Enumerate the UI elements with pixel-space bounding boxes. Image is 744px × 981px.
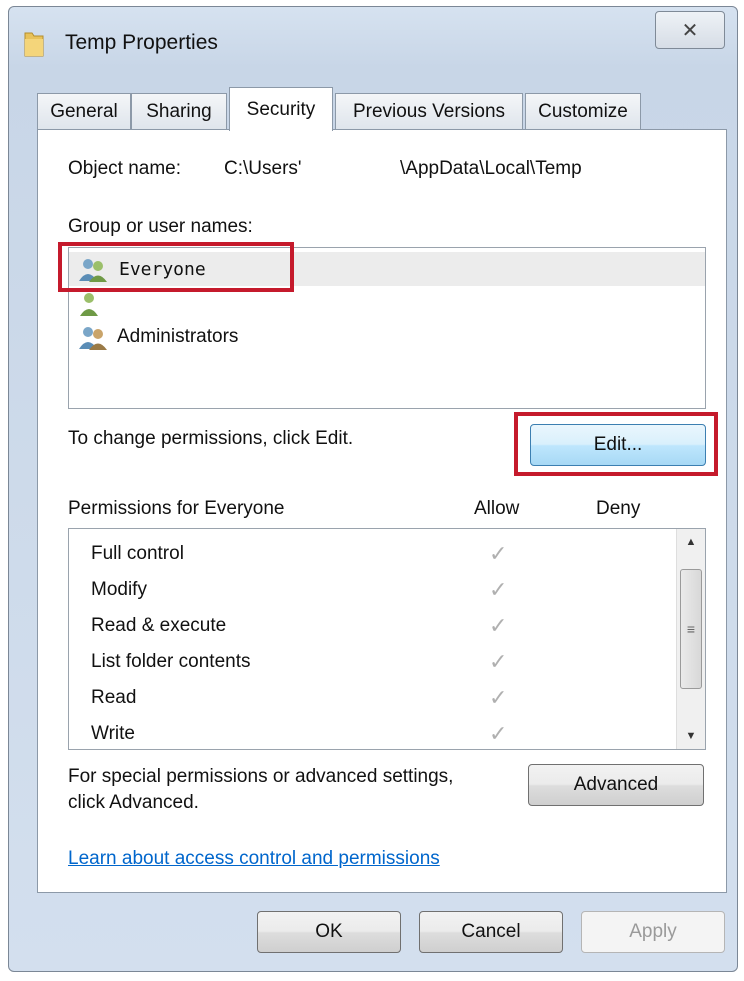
- list-item-administrators[interactable]: Administrators: [69, 320, 705, 354]
- advanced-button[interactable]: Advanced: [528, 764, 704, 806]
- ok-button[interactable]: OK: [257, 911, 401, 953]
- grip-icon: ≡: [686, 621, 696, 637]
- object-path-start: C:\Users': [224, 158, 302, 179]
- everyone-highlight: [58, 242, 294, 292]
- permission-row-full-control: Full control ✓: [69, 537, 675, 573]
- permission-row-modify: Modify ✓: [69, 573, 675, 609]
- title-bar[interactable]: Temp Properties ✕: [9, 7, 737, 73]
- tab-sharing[interactable]: Sharing: [131, 93, 227, 129]
- properties-dialog: Temp Properties ✕ General Sharing Securi…: [8, 6, 738, 972]
- permission-row-read: Read ✓: [69, 681, 675, 717]
- change-permissions-text: To change permissions, click Edit.: [68, 428, 354, 449]
- tab-previous-versions[interactable]: Previous Versions: [335, 93, 523, 129]
- allow-check-icon: ✓: [489, 577, 508, 602]
- object-path-end: \AppData\Local\Temp: [400, 158, 582, 179]
- group-label: Group or user names:: [68, 216, 253, 237]
- tab-general[interactable]: General: [37, 93, 131, 129]
- user-icon: [80, 293, 98, 316]
- scroll-thumb[interactable]: ≡: [680, 569, 702, 689]
- permission-row-read-execute: Read & execute ✓: [69, 609, 675, 645]
- permission-name: Full control: [91, 543, 184, 564]
- close-button[interactable]: ✕: [655, 11, 725, 49]
- scroll-up-arrow-icon[interactable]: ▲: [677, 529, 705, 555]
- object-name-label: Object name:: [68, 158, 181, 179]
- advanced-text-line1: For special permissions or advanced sett…: [68, 766, 454, 787]
- tab-customize[interactable]: Customize: [525, 93, 641, 129]
- allow-check-icon: ✓: [489, 649, 508, 674]
- apply-button[interactable]: Apply: [581, 911, 725, 953]
- permission-row-write: Write ✓: [69, 717, 675, 753]
- scroll-down-arrow-icon[interactable]: ▼: [677, 723, 705, 749]
- allow-header: Allow: [474, 498, 520, 519]
- group-users-icon: [79, 327, 107, 350]
- permissions-scrollbar[interactable]: ▲ ≡ ▼: [676, 529, 705, 749]
- allow-check-icon: ✓: [489, 541, 508, 566]
- permission-name: Read & execute: [91, 615, 227, 636]
- permission-row-list-folder: List folder contents ✓: [69, 645, 675, 681]
- permission-name: Read: [91, 687, 137, 708]
- permission-name: List folder contents: [91, 651, 251, 672]
- tab-strip: General Sharing Security Previous Versio…: [37, 87, 727, 131]
- permissions-list[interactable]: Full control ✓ Modify ✓ Read & execute ✓…: [68, 528, 706, 750]
- allow-check-icon: ✓: [489, 721, 508, 746]
- cancel-button[interactable]: Cancel: [419, 911, 563, 953]
- list-item-label: Administrators: [117, 326, 239, 347]
- window-title: Temp Properties: [65, 31, 218, 54]
- access-control-help-link[interactable]: Learn about access control and permissio…: [68, 848, 440, 870]
- permissions-label: Permissions for Everyone: [68, 498, 285, 519]
- folder-icon: [24, 32, 44, 57]
- allow-check-icon: ✓: [489, 685, 508, 710]
- allow-check-icon: ✓: [489, 613, 508, 638]
- security-panel: Object name: C:\Users' \AppData\Local\Te…: [37, 129, 727, 893]
- permission-name: Write: [91, 723, 135, 744]
- advanced-text-line2: click Advanced.: [68, 792, 199, 813]
- close-icon: ✕: [681, 19, 699, 42]
- tab-security[interactable]: Security: [229, 87, 333, 131]
- edit-highlight: [514, 412, 718, 476]
- permission-name: Modify: [91, 579, 147, 600]
- deny-header: Deny: [596, 498, 641, 519]
